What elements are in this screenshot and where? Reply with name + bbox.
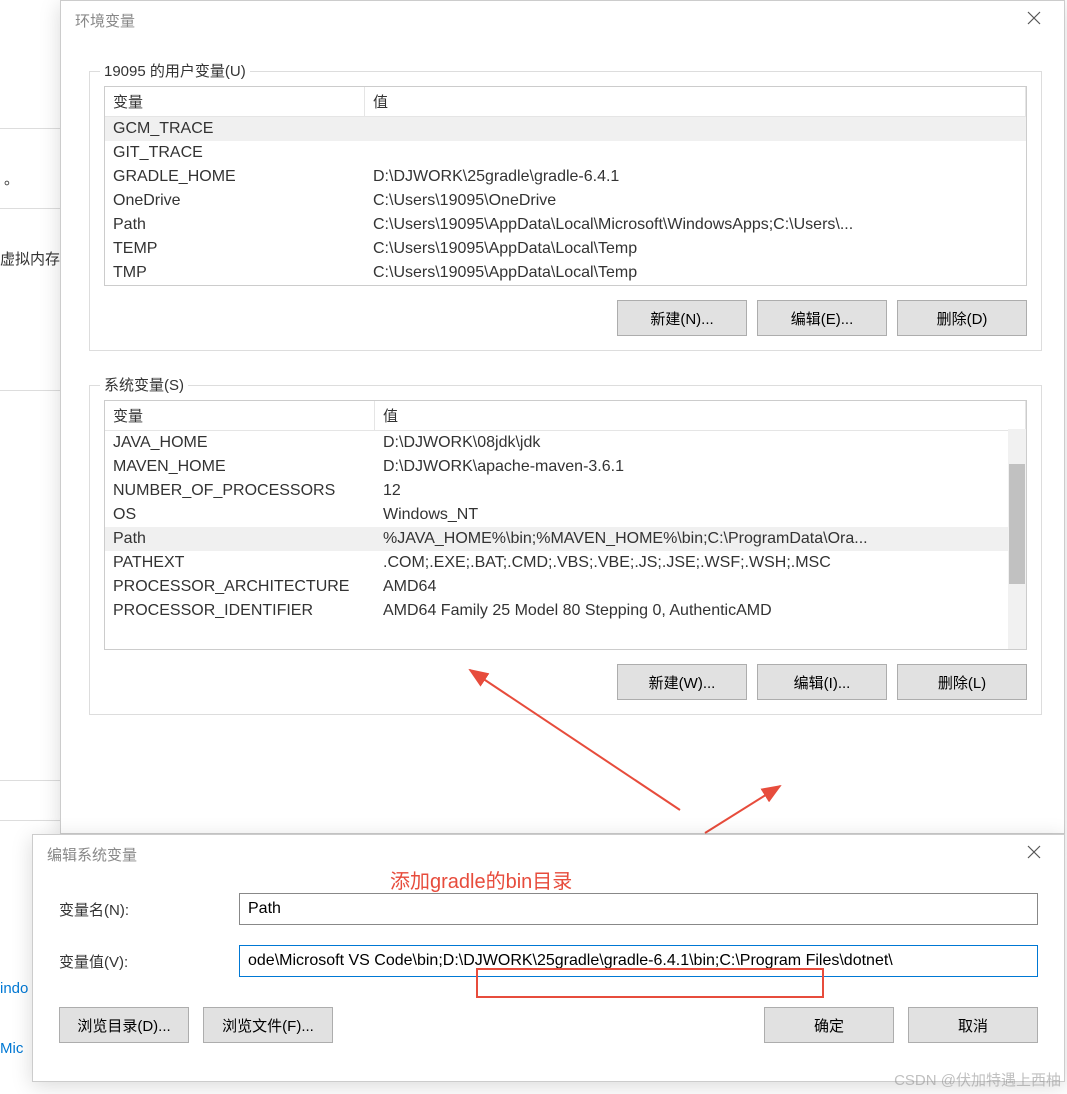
system-variables-table[interactable]: 变量 值 JAVA_HOME D:\DJWORK\08jdk\jdk MAVEN…: [104, 400, 1027, 650]
table-row[interactable]: Path C:\Users\19095\AppData\Local\Micros…: [105, 213, 1026, 237]
scrollbar[interactable]: [1008, 429, 1026, 649]
cell-name: MAVEN_HOME: [105, 455, 375, 479]
cell-value: .COM;.EXE;.BAT;.CMD;.VBS;.VBE;.JS;.JSE;.…: [375, 551, 1026, 575]
user-variables-table[interactable]: 变量 值 GCM_TRACE GIT_TRACE GRADLE_HOME D:\…: [104, 86, 1027, 286]
cell-name: Path: [105, 213, 365, 237]
cell-value: D:\DJWORK\08jdk\jdk: [375, 431, 1026, 455]
table-row[interactable]: OS Windows_NT: [105, 503, 1026, 527]
close-icon: [1027, 11, 1041, 29]
close-icon: [1027, 845, 1041, 863]
dialog-title: 编辑系统变量: [47, 844, 137, 865]
variable-value-input[interactable]: [239, 945, 1038, 977]
sys-group-label: 系统变量(S): [100, 374, 188, 395]
header-value[interactable]: 值: [375, 401, 1026, 430]
delete-user-var-button[interactable]: 删除(D): [897, 300, 1027, 336]
header-name[interactable]: 变量: [105, 87, 365, 116]
environment-variables-dialog: 环境变量 19095 的用户变量(U) 变量 值 GCM_TRACE GIT_T…: [60, 0, 1065, 834]
bg-text: 虚拟内存: [0, 248, 60, 269]
dialog-titlebar[interactable]: 编辑系统变量: [33, 835, 1064, 873]
cell-name: GIT_TRACE: [105, 141, 365, 165]
table-row[interactable]: JAVA_HOME D:\DJWORK\08jdk\jdk: [105, 431, 1026, 455]
browse-file-button[interactable]: 浏览文件(F)...: [203, 1007, 333, 1043]
edit-sys-var-button[interactable]: 编辑(I)...: [757, 664, 887, 700]
cell-name: TMP: [105, 261, 365, 285]
header-name[interactable]: 变量: [105, 401, 375, 430]
cell-value: C:\Users\19095\AppData\Local\Microsoft\W…: [365, 213, 1026, 237]
variable-name-input[interactable]: [239, 893, 1038, 925]
user-group-label: 19095 的用户变量(U): [100, 60, 250, 81]
delete-sys-var-button[interactable]: 删除(L): [897, 664, 1027, 700]
system-variables-group: 系统变量(S) 变量 值 JAVA_HOME D:\DJWORK\08jdk\j…: [89, 385, 1042, 715]
cell-value: %JAVA_HOME%\bin;%MAVEN_HOME%\bin;C:\Prog…: [375, 527, 1026, 551]
cell-name: PROCESSOR_ARCHITECTURE: [105, 575, 375, 599]
cell-value: AMD64: [375, 575, 1026, 599]
close-button[interactable]: [1014, 5, 1054, 35]
cell-value: [365, 141, 1026, 165]
table-row[interactable]: PATHEXT .COM;.EXE;.BAT;.CMD;.VBS;.VBE;.J…: [105, 551, 1026, 575]
new-sys-var-button[interactable]: 新建(W)...: [617, 664, 747, 700]
cell-value: D:\DJWORK\25gradle\gradle-6.4.1: [365, 165, 1026, 189]
cell-value: C:\Users\19095\OneDrive: [365, 189, 1026, 213]
bg-link: Mic: [0, 1040, 23, 1057]
close-button[interactable]: [1014, 839, 1054, 869]
cancel-button[interactable]: 取消: [908, 1007, 1038, 1043]
cell-name: PROCESSOR_IDENTIFIER: [105, 599, 375, 623]
table-row[interactable]: TMP C:\Users\19095\AppData\Local\Temp: [105, 261, 1026, 285]
browse-directory-button[interactable]: 浏览目录(D)...: [59, 1007, 189, 1043]
new-user-var-button[interactable]: 新建(N)...: [617, 300, 747, 336]
table-row[interactable]: Path %JAVA_HOME%\bin;%MAVEN_HOME%\bin;C:…: [105, 527, 1026, 551]
scrollbar-thumb[interactable]: [1009, 464, 1025, 584]
table-row[interactable]: NUMBER_OF_PROCESSORS 12: [105, 479, 1026, 503]
edit-user-var-button[interactable]: 编辑(E)...: [757, 300, 887, 336]
cell-name: PATHEXT: [105, 551, 375, 575]
table-row[interactable]: GIT_TRACE: [105, 141, 1026, 165]
cell-value: 12: [375, 479, 1026, 503]
user-variables-group: 19095 的用户变量(U) 变量 值 GCM_TRACE GIT_TRACE …: [89, 71, 1042, 351]
cell-value: D:\DJWORK\apache-maven-3.6.1: [375, 455, 1026, 479]
cell-value: AMD64 Family 25 Model 80 Stepping 0, Aut…: [375, 599, 1026, 623]
variable-value-label: 变量值(V):: [59, 951, 239, 972]
dialog-title: 环境变量: [75, 10, 135, 31]
table-row[interactable]: PROCESSOR_ARCHITECTURE AMD64: [105, 575, 1026, 599]
cell-name: JAVA_HOME: [105, 431, 375, 455]
table-row[interactable]: GCM_TRACE: [105, 117, 1026, 141]
ok-button[interactable]: 确定: [764, 1007, 894, 1043]
cell-name: TEMP: [105, 237, 365, 261]
dialog-titlebar[interactable]: 环境变量: [61, 1, 1064, 39]
cell-name: NUMBER_OF_PROCESSORS: [105, 479, 375, 503]
cell-name: GCM_TRACE: [105, 117, 365, 141]
cell-value: C:\Users\19095\AppData\Local\Temp: [365, 261, 1026, 285]
cell-name: Path: [105, 527, 375, 551]
table-row[interactable]: TEMP C:\Users\19095\AppData\Local\Temp: [105, 237, 1026, 261]
cell-name: GRADLE_HOME: [105, 165, 365, 189]
bg-text: 。: [4, 168, 19, 189]
cell-value: Windows_NT: [375, 503, 1026, 527]
table-header: 变量 值: [105, 87, 1026, 117]
variable-name-label: 变量名(N):: [59, 899, 239, 920]
cell-name: OS: [105, 503, 375, 527]
table-row[interactable]: OneDrive C:\Users\19095\OneDrive: [105, 189, 1026, 213]
header-value[interactable]: 值: [365, 87, 1026, 116]
cell-name: OneDrive: [105, 189, 365, 213]
table-row[interactable]: PROCESSOR_IDENTIFIER AMD64 Family 25 Mod…: [105, 599, 1026, 623]
table-row[interactable]: GRADLE_HOME D:\DJWORK\25gradle\gradle-6.…: [105, 165, 1026, 189]
table-row[interactable]: MAVEN_HOME D:\DJWORK\apache-maven-3.6.1: [105, 455, 1026, 479]
edit-system-variable-dialog: 编辑系统变量 变量名(N): 变量值(V): 浏览目录(D)... 浏览文件(F…: [32, 834, 1065, 1082]
watermark: CSDN @伏加特遇上西柚: [894, 1069, 1061, 1090]
cell-value: C:\Users\19095\AppData\Local\Temp: [365, 237, 1026, 261]
cell-value: [365, 117, 1026, 141]
bg-link: indo: [0, 980, 28, 997]
table-header: 变量 值: [105, 401, 1026, 431]
